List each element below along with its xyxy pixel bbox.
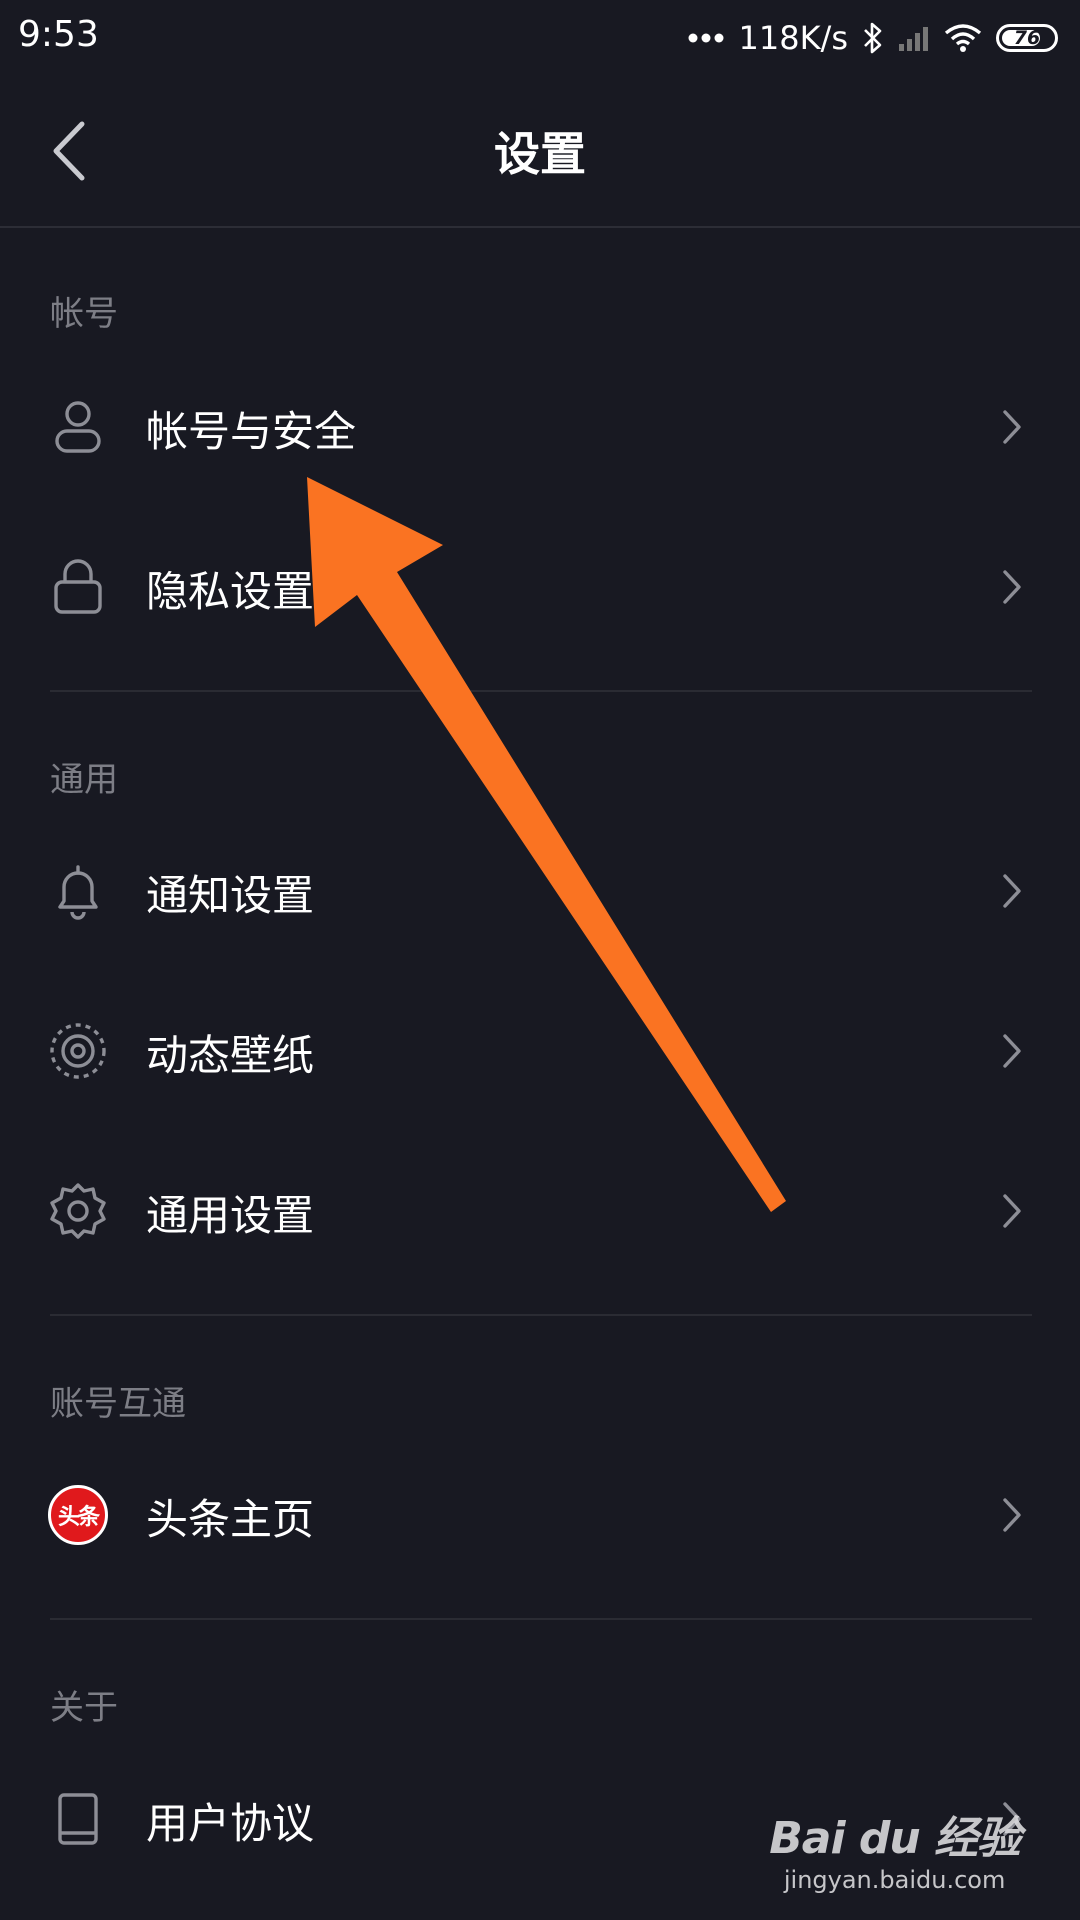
- book-icon: [58, 1793, 98, 1845]
- cellular-signal-icon: [898, 24, 930, 52]
- section-header-general: 通用: [50, 760, 118, 800]
- row-label: 通用设置: [146, 1191, 315, 1240]
- row-label: 头条主页: [146, 1495, 315, 1544]
- more-dots-icon: [688, 32, 724, 44]
- section-header-about: 关于: [50, 1688, 118, 1728]
- row-label: 用户协议: [146, 1799, 315, 1848]
- user-icon: [55, 401, 101, 453]
- status-icons: 118K/s 76: [688, 14, 1058, 62]
- status-bar: 9:53 118K/s 76: [0, 0, 1080, 76]
- chevron-right-icon: [1003, 1034, 1021, 1068]
- status-time: 9:53: [18, 14, 99, 55]
- settings-row-privacy[interactable]: 隐私设置: [0, 522, 1080, 652]
- toutiao-icon: 头条: [48, 1485, 108, 1545]
- wifi-icon: [944, 23, 982, 53]
- row-label: 隐私设置: [146, 567, 315, 616]
- settings-row-live-wallpaper[interactable]: 动态壁纸: [0, 986, 1080, 1116]
- chevron-right-icon: [1003, 410, 1021, 444]
- bell-icon: [58, 865, 98, 920]
- settings-row-account-security[interactable]: 帐号与安全: [0, 362, 1080, 492]
- battery-icon: 76: [996, 24, 1058, 52]
- section-divider: [50, 1618, 1032, 1620]
- wallpaper-icon: [50, 1023, 106, 1079]
- row-label: 动态壁纸: [146, 1031, 315, 1080]
- bluetooth-icon: [862, 21, 884, 55]
- chevron-right-icon: [1003, 570, 1021, 604]
- section-divider: [50, 690, 1032, 692]
- section-header-account: 帐号: [50, 294, 118, 334]
- chevron-right-icon: [1003, 1498, 1021, 1532]
- section-divider: [50, 1314, 1032, 1316]
- baidu-jingyan-watermark: Bai du 经验 jingyan.baidu.com: [769, 1802, 1021, 1894]
- chevron-right-icon: [1003, 874, 1021, 908]
- settings-row-notifications[interactable]: 通知设置: [0, 826, 1080, 956]
- row-label: 帐号与安全: [146, 407, 357, 456]
- watermark-logo: Bai du 经验: [769, 1813, 1021, 1864]
- row-label: 通知设置: [146, 871, 315, 920]
- gear-icon: [50, 1183, 106, 1239]
- watermark-url: jingyan.baidu.com: [783, 1866, 1006, 1894]
- annotation-arrow: [307, 477, 786, 1212]
- chevron-right-icon: [1003, 1194, 1021, 1228]
- network-speed: 118K/s: [738, 19, 848, 57]
- settings-row-general[interactable]: 通用设置: [0, 1146, 1080, 1276]
- settings-row-toutiao-homepage[interactable]: 头条 头条主页: [0, 1450, 1080, 1580]
- lock-icon: [54, 559, 102, 614]
- section-header-linked-accounts: 账号互通: [50, 1384, 186, 1424]
- page-title: 设置: [494, 127, 586, 181]
- title-bar: 设置: [0, 76, 1080, 228]
- battery-level: 76: [1013, 27, 1041, 49]
